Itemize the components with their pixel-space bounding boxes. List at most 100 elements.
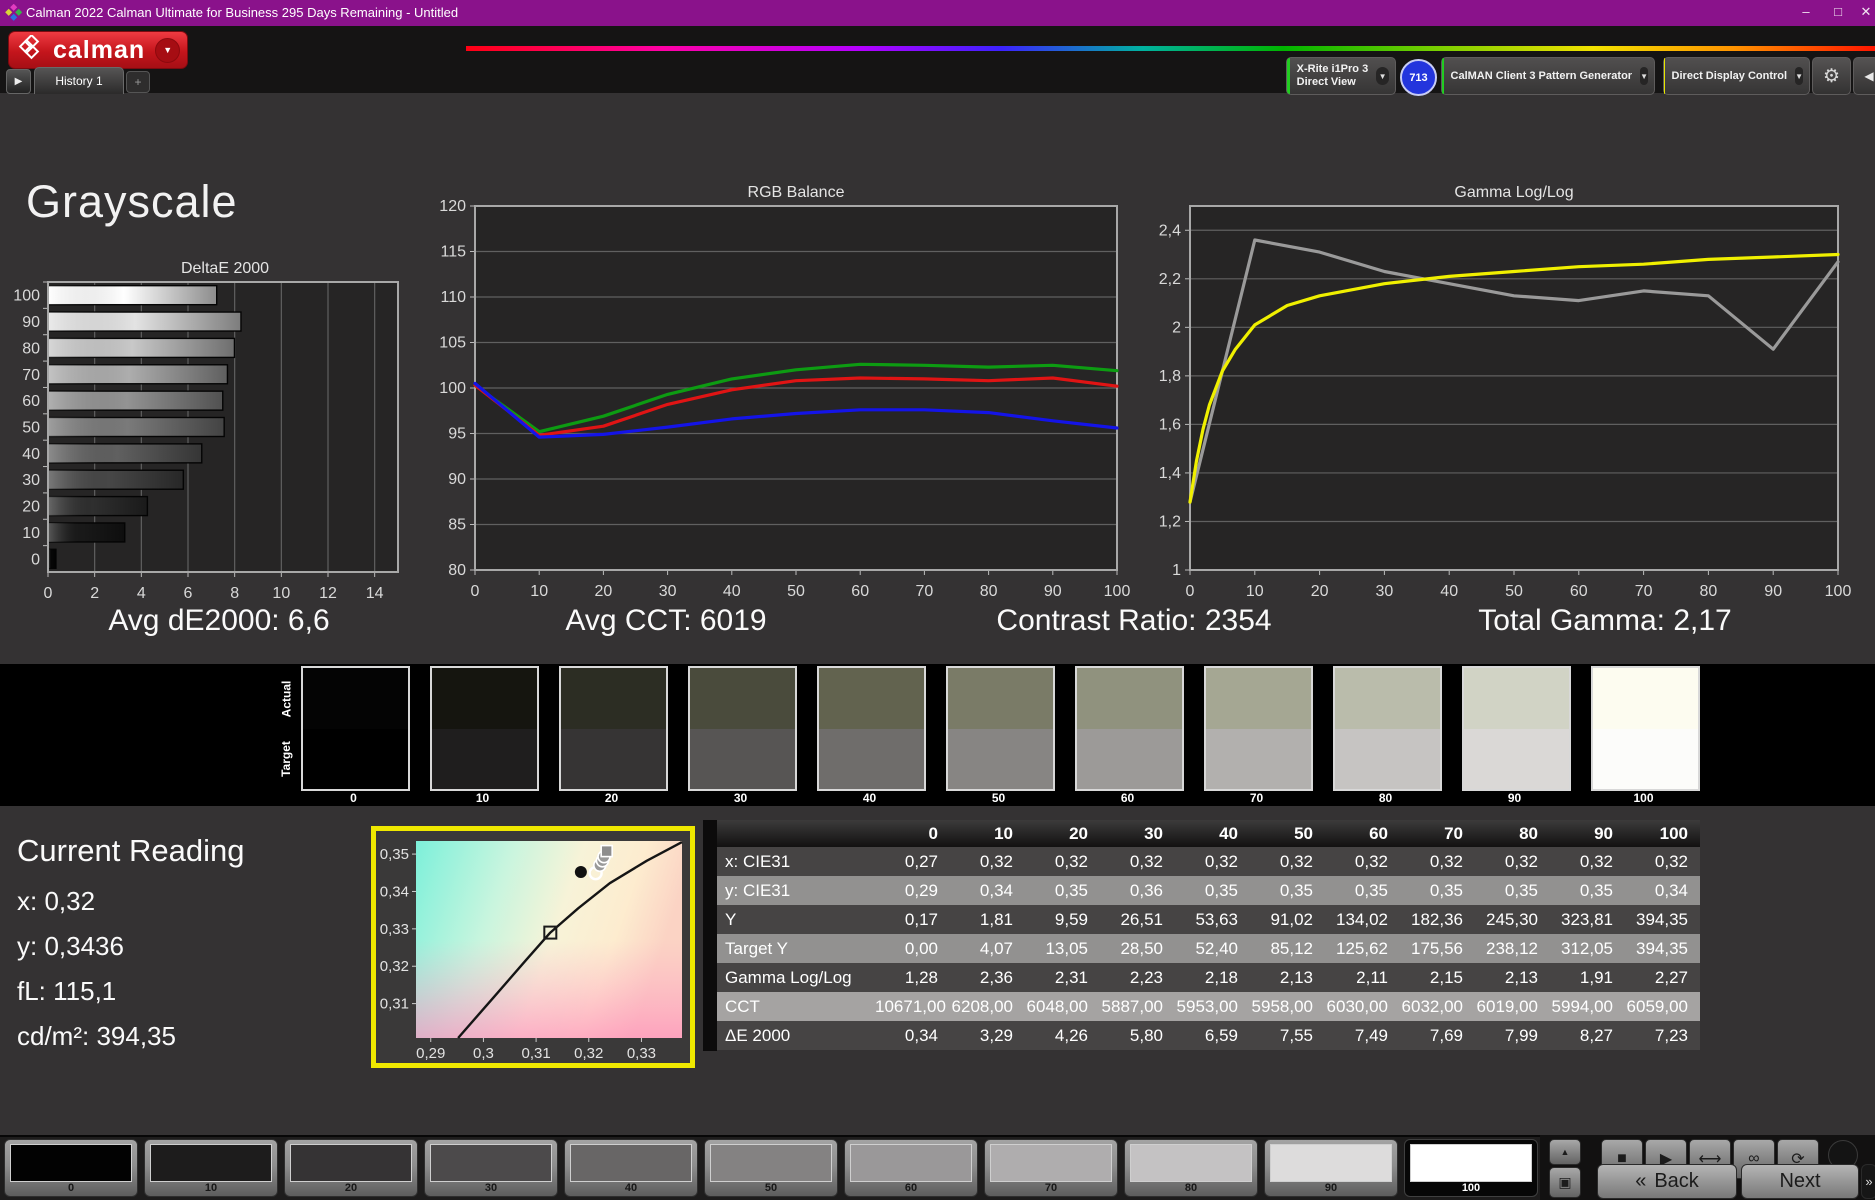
table-cell: 6019,00 <box>1475 992 1550 1021</box>
swatch-target <box>303 729 408 790</box>
table-cell: 13,05 <box>1025 934 1100 963</box>
pattern-button-50[interactable]: 50 <box>704 1139 838 1197</box>
svg-text:60: 60 <box>22 393 40 410</box>
pattern-button-80[interactable]: 80 <box>1124 1139 1258 1197</box>
display-control-dropdown[interactable]: Direct Display Control ▼ <box>1663 57 1810 95</box>
next-button-label: Next <box>1779 1170 1820 1193</box>
swatch-actual <box>1335 668 1440 729</box>
pattern-patch <box>430 1144 552 1182</box>
next-chevron-button[interactable]: » <box>1861 1164 1875 1199</box>
close-button[interactable]: ✕ <box>1853 4 1875 22</box>
swatch-actual <box>303 668 408 729</box>
pattern-button-0[interactable]: 0 <box>4 1139 138 1197</box>
target-row-label: Target <box>279 741 293 777</box>
pattern-button-70[interactable]: 70 <box>984 1139 1118 1197</box>
back-button[interactable]: « Back <box>1597 1164 1737 1199</box>
calman-menu-button[interactable]: calman ▼ <box>8 31 188 69</box>
pattern-button-90[interactable]: 90 <box>1264 1139 1398 1197</box>
table-cell: 0,34 <box>875 1021 950 1050</box>
table-cell: 0,35 <box>1025 876 1100 905</box>
table-cell: 52,40 <box>1175 934 1250 963</box>
svg-text:100: 100 <box>439 380 466 397</box>
chevron-down-icon[interactable]: ▼ <box>1640 67 1648 85</box>
window-title: Calman 2022 Calman Ultimate for Business… <box>26 5 458 20</box>
pattern-window-button[interactable]: ▣ <box>1549 1167 1581 1198</box>
svg-text:70: 70 <box>916 583 934 600</box>
meter-mode: Direct View <box>1297 76 1369 89</box>
svg-text:30: 30 <box>22 472 40 489</box>
svg-text:50: 50 <box>787 583 805 600</box>
actual-row-label: Actual <box>279 681 293 718</box>
table-header-row: 0102030405060708090100 <box>703 820 1700 847</box>
table-cell: 0,35 <box>1475 876 1550 905</box>
svg-text:70: 70 <box>1635 583 1653 600</box>
pattern-button-10[interactable]: 10 <box>144 1139 278 1197</box>
pattern-button-30[interactable]: 30 <box>424 1139 558 1197</box>
history-arrow-button[interactable]: ▶ <box>6 69 31 94</box>
pattern-button-100[interactable]: 100 <box>1404 1139 1538 1197</box>
pattern-button-60[interactable]: 60 <box>844 1139 978 1197</box>
svg-text:1,4: 1,4 <box>1159 465 1181 482</box>
svg-text:0,3: 0,3 <box>473 1045 494 1062</box>
svg-text:0,34: 0,34 <box>380 883 409 900</box>
read-button[interactable]: ◀ <box>1853 57 1875 95</box>
stat-avg-de2000: Avg dE2000: 6,6 <box>0 604 449 638</box>
table-cell: 134,02 <box>1325 905 1400 934</box>
table-cell: 0,34 <box>950 876 1025 905</box>
table-cell: 175,56 <box>1400 934 1475 963</box>
meter-dropdown[interactable]: X-Rite i1Pro 3 Direct View ▼ <box>1286 57 1396 95</box>
table-cell: 0,32 <box>1175 847 1250 876</box>
meter-count-badge[interactable]: 713 <box>1400 59 1437 96</box>
pattern-level-label: 90 <box>1265 1182 1397 1194</box>
pattern-level-label: 70 <box>985 1182 1117 1194</box>
row-label: Target Y <box>703 934 875 963</box>
pattern-button-20[interactable]: 20 <box>284 1139 418 1197</box>
table-cell: 394,35 <box>1625 905 1700 934</box>
chevron-down-icon[interactable]: ▼ <box>1795 67 1803 85</box>
swatch-level-label: 50 <box>944 791 1053 805</box>
pattern-button-40[interactable]: 40 <box>564 1139 698 1197</box>
pattern-generator-dropdown[interactable]: CalMAN Client 3 Pattern Generator ▼ <box>1441 57 1655 95</box>
table-cell: 4,07 <box>950 934 1025 963</box>
swatch-level-label: 0 <box>299 791 408 805</box>
table-cell: 0,32 <box>1550 847 1625 876</box>
next-button[interactable]: Next <box>1741 1164 1859 1199</box>
swatch-target <box>432 729 537 790</box>
logo-caret-icon[interactable]: ▼ <box>155 38 180 63</box>
swatch-level-label: 100 <box>1589 791 1698 805</box>
tab-history-1[interactable]: History 1 <box>34 67 124 94</box>
reading-cdm2: cd/m²: 394,35 <box>17 1021 176 1052</box>
add-tab-button[interactable]: + <box>126 71 150 93</box>
chevron-down-icon[interactable]: ▼ <box>1376 67 1389 85</box>
swatch-40 <box>817 666 926 791</box>
svg-text:2: 2 <box>1172 319 1181 336</box>
scroll-up-button[interactable]: ▲ <box>1549 1139 1581 1165</box>
swatch-50 <box>946 666 1055 791</box>
swatch-10 <box>430 666 539 791</box>
table-cell: 1,91 <box>1550 963 1625 992</box>
svg-text:50: 50 <box>22 420 40 437</box>
svg-text:80: 80 <box>1700 583 1718 600</box>
svg-text:2,2: 2,2 <box>1159 271 1181 288</box>
swatch-70 <box>1204 666 1313 791</box>
swatch-actual <box>432 668 537 729</box>
svg-text:0,29: 0,29 <box>416 1045 445 1062</box>
table-cell: 394,35 <box>1625 934 1700 963</box>
swatch-80 <box>1333 666 1442 791</box>
svg-text:2,4: 2,4 <box>1159 222 1181 239</box>
swatch-target <box>1206 729 1311 790</box>
svg-text:10: 10 <box>1246 583 1264 600</box>
swatch-60 <box>1075 666 1184 791</box>
table-cell: 10671,00 <box>875 992 950 1021</box>
minimize-button[interactable]: – <box>1793 4 1819 22</box>
svg-text:0,35: 0,35 <box>380 846 409 863</box>
table-cell: 6208,00 <box>950 992 1025 1021</box>
table-cell: 26,51 <box>1100 905 1175 934</box>
column-header: 80 <box>1475 820 1550 847</box>
table-cell: 0,32 <box>1250 847 1325 876</box>
gear-icon[interactable]: ⚙ <box>1812 57 1851 95</box>
swatch-target <box>690 729 795 790</box>
maximize-button[interactable]: □ <box>1825 4 1851 22</box>
deltae-bar-chart: 024681012141009080706050403020100 <box>0 255 420 605</box>
page-title: Grayscale <box>26 176 238 228</box>
